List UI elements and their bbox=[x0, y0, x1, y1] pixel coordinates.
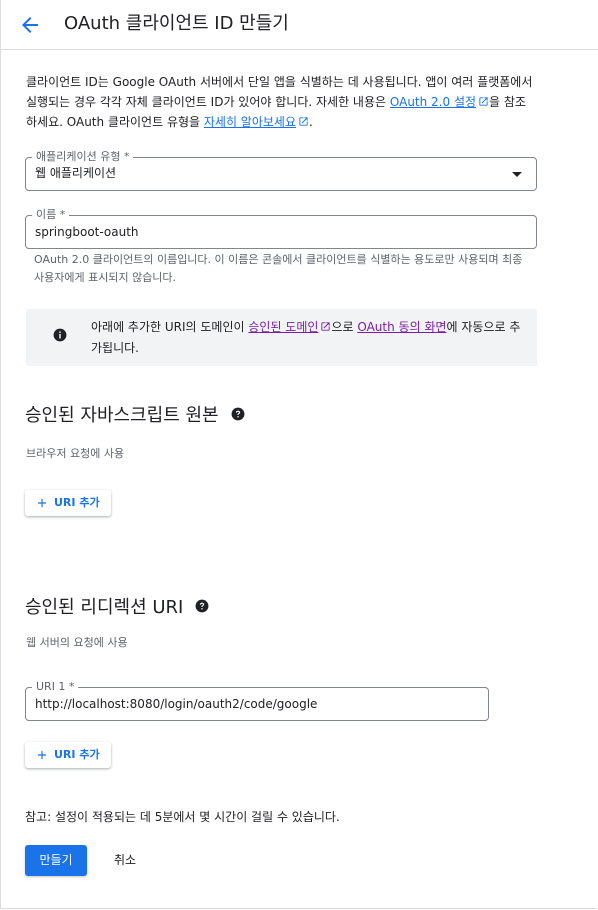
intro-paragraph: 클라이언트 ID는 Google OAuth 서버에서 단일 앱을 식별하는 데… bbox=[26, 72, 536, 132]
app-type-label: 애플리케이션 유형 * bbox=[32, 150, 134, 164]
external-link-icon bbox=[321, 322, 331, 331]
external-link-icon bbox=[299, 117, 308, 126]
help-icon[interactable] bbox=[231, 407, 245, 421]
add-js-origin-button[interactable]: URI 추가 bbox=[25, 490, 111, 516]
settings-note: 참고: 설정이 적용되는 데 5분에서 몇 시간이 걸릴 수 있습니다. bbox=[25, 810, 340, 824]
name-label: 이름 * bbox=[32, 208, 70, 222]
redirect-uri-input[interactable]: http://localhost:8080/login/oauth2/code/… bbox=[35, 696, 317, 712]
page-header: OAuth 클라이언트 ID 만들기 bbox=[0, 0, 598, 50]
app-type-value: 웹 애플리케이션 bbox=[35, 166, 117, 180]
redirect-uri-label: URI 1 * bbox=[32, 680, 79, 694]
arrow-left-icon[interactable] bbox=[18, 13, 42, 37]
external-link-icon bbox=[479, 97, 488, 106]
consent-screen-link[interactable]: OAuth 동의 화면 bbox=[357, 320, 446, 334]
app-type-select[interactable]: 애플리케이션 유형 * 웹 애플리케이션 bbox=[25, 150, 537, 191]
info-text: 아래에 추가한 URI의 도메인이 승인된 도메인 으로 OAuth 동의 화면에… bbox=[91, 320, 521, 355]
name-field[interactable]: 이름 * springboot-oauth bbox=[25, 208, 537, 249]
info-icon bbox=[53, 328, 67, 342]
intro-text-3: . bbox=[309, 115, 313, 129]
page-title: OAuth 클라이언트 ID 만들기 bbox=[64, 13, 289, 34]
plus-icon bbox=[37, 498, 47, 508]
name-input[interactable]: springboot-oauth bbox=[35, 224, 139, 240]
redirect-uris-subtitle: 웹 서버의 요청에 사용 bbox=[26, 636, 128, 649]
js-origins-subtitle: 브라우저 요청에 사용 bbox=[26, 447, 125, 460]
learn-more-link[interactable]: 자세히 알아보세요 bbox=[204, 115, 309, 129]
info-box: 아래에 추가한 URI의 도메인이 승인된 도메인 으로 OAuth 동의 화면에… bbox=[26, 309, 537, 366]
name-hint: OAuth 2.0 클라이언트의 이름입니다. 이 이름은 콘솔에서 클라이언트… bbox=[34, 253, 523, 284]
redirect-uri-field[interactable]: URI 1 * http://localhost:8080/login/oaut… bbox=[25, 680, 489, 721]
redirect-uris-heading: 승인된 리디렉션 URI bbox=[25, 596, 209, 620]
add-redirect-uri-label: URI 추가 bbox=[54, 748, 100, 761]
js-origins-heading: 승인된 자바스크립트 원본 bbox=[25, 404, 245, 428]
authorized-domains-link[interactable]: 승인된 도메인 bbox=[248, 320, 331, 334]
add-js-origin-label: URI 추가 bbox=[54, 496, 100, 509]
create-button[interactable]: 만들기 bbox=[25, 845, 87, 876]
add-redirect-uri-button[interactable]: URI 추가 bbox=[25, 742, 111, 768]
plus-icon bbox=[37, 750, 47, 760]
cancel-button[interactable]: 취소 bbox=[103, 845, 147, 876]
help-icon[interactable] bbox=[195, 599, 209, 613]
dropdown-arrow-icon bbox=[512, 172, 522, 177]
oauth-settings-link[interactable]: OAuth 2.0 설정 bbox=[390, 95, 489, 109]
